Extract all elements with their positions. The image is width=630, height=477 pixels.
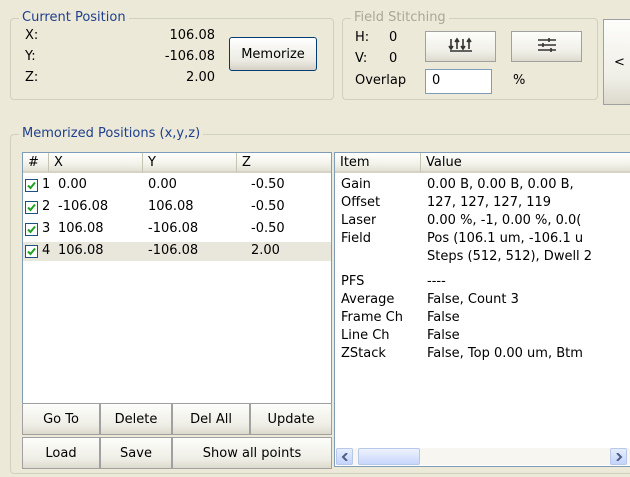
properties-table[interactable]: Item Value Gain 0.00 B, 0.00 B, 0.00 B, … <box>334 152 630 467</box>
column-header-num[interactable]: # <box>23 153 49 173</box>
property-value: 0.00 B, 0.00 B, 0.00 B, <box>427 177 574 192</box>
property-item: Field <box>341 231 372 246</box>
column-header-z[interactable]: Z <box>237 153 331 173</box>
show-all-points-button[interactable]: Show all points <box>172 437 332 469</box>
x-label: X: <box>25 28 39 43</box>
column-header-y[interactable]: Y <box>143 153 237 173</box>
field-stitching-group: Field Stitching H: 0 V: 0 Overlap 0 % <box>342 10 598 100</box>
property-value: ---- <box>427 274 446 289</box>
expand-side-button[interactable]: < <box>603 19 630 105</box>
z-label: Z: <box>25 70 39 85</box>
property-value: Pos (106.1 um, -106.1 u <box>427 231 584 246</box>
delete-all-button[interactable]: Del All <box>172 403 250 435</box>
x-value: 106.08 <box>169 28 216 43</box>
horizontal-scrollbar[interactable] <box>336 448 630 465</box>
column-header-item[interactable]: Item <box>335 153 421 173</box>
property-value: False, Top 0.00 um, Btm <box>427 346 583 361</box>
table-row[interactable]: 1 0.00 0.00 -0.50 <box>23 176 331 195</box>
property-value: 127, 127, 127, 119 <box>427 195 552 210</box>
row-checkbox[interactable] <box>25 245 38 258</box>
row-y: 0.00 <box>148 177 177 192</box>
h-value: 0 <box>389 30 398 45</box>
row-checkbox[interactable] <box>25 223 38 236</box>
property-value: False, Count 3 <box>427 292 519 307</box>
update-button[interactable]: Update <box>250 403 332 435</box>
column-header-value[interactable]: Value <box>421 153 630 173</box>
property-value: False <box>427 328 460 343</box>
row-x: 0.00 <box>58 177 87 192</box>
row-number: 2 <box>42 199 51 214</box>
row-x: 106.08 <box>58 221 104 236</box>
stitch-grid-icon <box>447 37 474 57</box>
row-z: 2.00 <box>251 243 280 258</box>
row-y: -106.08 <box>148 243 199 258</box>
y-label: Y: <box>25 49 36 64</box>
row-x: -106.08 <box>58 199 109 214</box>
scroll-left-icon[interactable] <box>336 448 353 465</box>
memorized-positions-title: Memorized Positions (x,y,z) <box>19 126 204 141</box>
property-value: False <box>427 310 460 325</box>
y-value: -106.08 <box>164 49 215 64</box>
property-value: Steps (512, 512), Dwell 2 <box>427 249 593 264</box>
property-item: Frame Ch <box>341 310 403 325</box>
load-button[interactable]: Load <box>22 437 100 469</box>
delete-button[interactable]: Delete <box>100 403 172 435</box>
overlap-input[interactable]: 0 <box>425 69 492 94</box>
current-position-title: Current Position <box>19 10 129 25</box>
property-item: Offset <box>341 195 381 210</box>
scroll-right-icon[interactable] <box>610 448 627 465</box>
property-value: 0.00 %, -1, 0.00 %, 0.0( <box>427 213 582 228</box>
h-label: H: <box>355 30 370 45</box>
row-number: 3 <box>42 221 51 236</box>
property-item: ZStack <box>341 346 386 361</box>
v-label: V: <box>355 51 368 66</box>
column-header-x[interactable]: X <box>49 153 143 173</box>
row-x: 106.08 <box>58 243 104 258</box>
row-number: 4 <box>42 243 51 258</box>
goto-button[interactable]: Go To <box>22 403 100 435</box>
row-checkbox[interactable] <box>25 201 38 214</box>
save-button[interactable]: Save <box>100 437 172 469</box>
stitch-settings-button[interactable] <box>511 31 582 62</box>
row-z: -0.50 <box>251 177 285 192</box>
z-value: 2.00 <box>186 70 215 85</box>
stitch-grid-button[interactable] <box>425 31 496 62</box>
row-checkbox[interactable] <box>25 179 38 192</box>
memorized-positions-table[interactable]: # X Y Z 1 0.00 0.00 -0.50 2 -106.08 106.… <box>22 152 332 409</box>
property-item: Gain <box>341 177 371 192</box>
overlap-label: Overlap <box>355 73 407 88</box>
property-item: Laser <box>341 213 377 228</box>
property-item: Line Ch <box>341 328 390 343</box>
row-z: -0.50 <box>251 221 285 236</box>
property-item: PFS <box>341 274 365 289</box>
settings-sliders-icon <box>536 37 558 57</box>
table-row[interactable]: 3 106.08 -106.08 -0.50 <box>23 220 331 239</box>
memorize-button[interactable]: Memorize <box>229 37 317 71</box>
row-y: -106.08 <box>148 221 199 236</box>
row-y: 106.08 <box>148 199 194 214</box>
field-stitching-title: Field Stitching <box>351 10 449 25</box>
property-item: Average <box>341 292 395 307</box>
overlap-unit: % <box>513 73 526 88</box>
v-value: 0 <box>389 51 398 66</box>
current-position-group: Current Position X: 106.08 Y: -106.08 Z:… <box>10 10 334 100</box>
row-number: 1 <box>42 177 51 192</box>
row-z: -0.50 <box>251 199 285 214</box>
scrollbar-thumb[interactable] <box>358 448 420 465</box>
table-row[interactable]: 2 -106.08 106.08 -0.50 <box>23 198 331 217</box>
table-row-selected[interactable]: 4 106.08 -106.08 2.00 <box>23 242 331 261</box>
